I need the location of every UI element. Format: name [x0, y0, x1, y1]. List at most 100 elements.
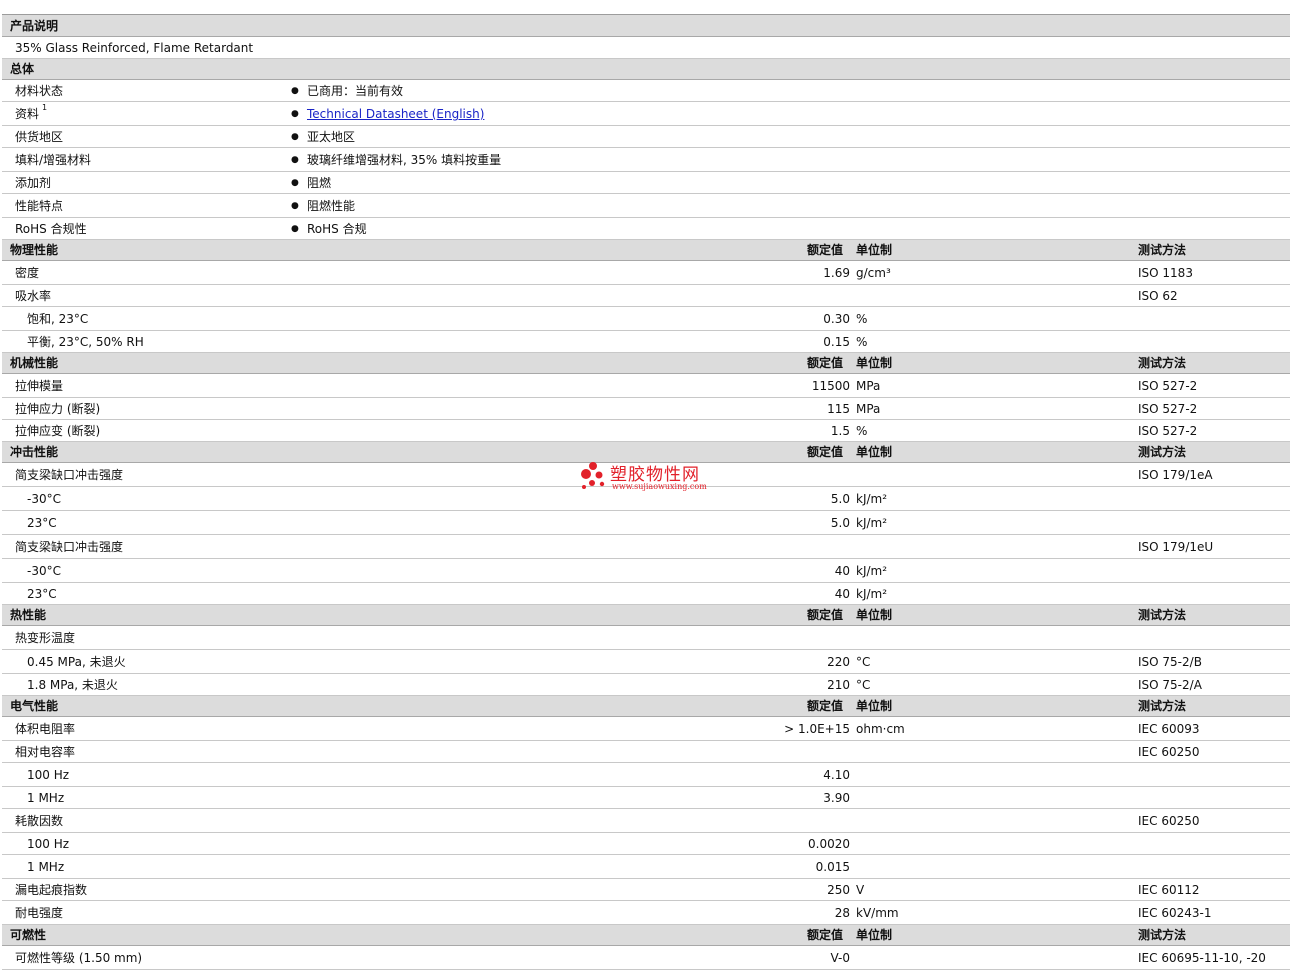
column-header-value: 额定值: [807, 928, 844, 942]
property-value: 0.15: [823, 335, 850, 349]
general-row: RoHS 合规性 ● RoHS 合规: [2, 218, 1290, 240]
column-header-test: 测试方法: [1138, 608, 1187, 622]
site-watermark: 塑胶物性网 www.sujiaowuxing.com: [580, 459, 720, 495]
general-row: 供货地区 ● 亚太地区: [2, 126, 1290, 148]
section-header-physical: 物理性能 额定值 单位制 测试方法: [2, 240, 1290, 261]
property-unit: kV/mm: [856, 906, 899, 920]
watermark-url: www.sujiaowuxing.com: [612, 482, 707, 491]
general-value: 阻燃性能: [307, 199, 356, 213]
property-label: -30°C: [27, 564, 61, 578]
property-label: 23°C: [27, 516, 57, 530]
property-row: 0.45 MPa, 未退火 220 °C ISO 75-2/B: [2, 650, 1290, 674]
property-row: 1 MHz 0.015: [2, 855, 1290, 879]
property-label: 饱和, 23°C: [27, 312, 89, 326]
property-label: 拉伸应力 (断裂): [15, 402, 101, 416]
bullet-icon: ●: [291, 155, 299, 165]
property-unit: kJ/m²: [856, 564, 888, 578]
column-header-test: 测试方法: [1138, 928, 1187, 942]
property-label: 漏电起痕指数: [15, 883, 88, 897]
property-row: 1.8 MPa, 未退火 210 °C ISO 75-2/A: [2, 674, 1290, 696]
test-method: IEC 60093: [1138, 722, 1200, 736]
column-header-value: 额定值: [807, 356, 844, 370]
property-row: 100 Hz 0.0020: [2, 833, 1290, 855]
property-row: 饱和, 23°C 0.30 %: [2, 307, 1290, 331]
description-text: 35% Glass Reinforced, Flame Retardant: [15, 41, 254, 55]
section-title: 总体: [10, 62, 35, 76]
test-method: IEC 60112: [1138, 883, 1200, 897]
general-label: 供货地区: [15, 130, 64, 144]
general-value: RoHS 合规: [307, 222, 367, 236]
property-label: 平衡, 23°C, 50% RH: [27, 335, 144, 349]
section-header-general: 总体: [2, 59, 1290, 80]
general-label: RoHS 合规性: [15, 222, 87, 236]
column-header-unit: 单位制: [856, 445, 893, 459]
section-title: 可燃性: [10, 928, 47, 942]
property-label: 简支梁缺口冲击强度: [15, 540, 124, 554]
test-method: ISO 527-2: [1138, 424, 1198, 438]
section-title: 热性能: [10, 608, 47, 622]
property-label: 23°C: [27, 587, 57, 601]
property-value: 1.69: [823, 266, 850, 280]
bullet-icon: ●: [291, 86, 299, 96]
column-header-unit: 单位制: [856, 699, 893, 713]
property-label: 简支梁缺口冲击强度: [15, 468, 124, 482]
description-row: 35% Glass Reinforced, Flame Retardant: [2, 37, 1290, 59]
property-label: 热变形温度: [15, 631, 76, 645]
bullet-icon: ●: [291, 201, 299, 211]
property-label: 100 Hz: [27, 837, 70, 851]
property-row: 拉伸模量 11500 MPa ISO 527-2: [2, 374, 1290, 398]
section-title: 电气性能: [10, 699, 59, 713]
general-row: 性能特点 ● 阻燃性能: [2, 194, 1290, 218]
column-header-test: 测试方法: [1138, 356, 1187, 370]
test-method: ISO 62: [1138, 289, 1178, 303]
property-label: 可燃性等级 (1.50 mm): [15, 951, 143, 965]
section-header-mechanical: 机械性能 额定值 单位制 测试方法: [2, 353, 1290, 374]
property-label: 耗散因数: [15, 814, 64, 828]
property-value: V-0: [830, 951, 850, 965]
general-row: 资料 1 ● Technical Datasheet (English): [2, 102, 1290, 126]
property-value: 210: [827, 678, 850, 692]
property-row: 耐电强度 28 kV/mm IEC 60243-1: [2, 901, 1290, 925]
technical-datasheet-link[interactable]: Technical Datasheet (English): [307, 102, 484, 126]
property-value: 11500: [811, 379, 850, 393]
property-row: 体积电阻率 > 1.0E+15 ohm·cm IEC 60093: [2, 717, 1290, 741]
test-method: ISO 1183: [1138, 266, 1193, 280]
property-unit: %: [856, 335, 868, 349]
test-method: ISO 179/1eA: [1138, 468, 1213, 482]
section-header-flammability: 可燃性 额定值 单位制 测试方法: [2, 925, 1290, 946]
property-row: 可燃性等级 (1.50 mm) V-0 IEC 60695-11-10, -20: [2, 946, 1290, 970]
property-unit: kJ/m²: [856, 492, 888, 506]
property-label: 耐电强度: [15, 906, 64, 920]
bullet-icon: ●: [291, 132, 299, 142]
property-value: 3.90: [823, 791, 850, 805]
property-row: 100 Hz 4.10: [2, 763, 1290, 787]
general-row: 填料/增强材料 ● 玻璃纤维增强材料, 35% 填料按重量: [2, 148, 1290, 172]
property-unit: g/cm³: [856, 266, 891, 280]
column-header-test: 测试方法: [1138, 699, 1187, 713]
property-value: 5.0: [830, 516, 850, 530]
watermark-logo-icon: [581, 462, 605, 489]
property-row: 吸水率 ISO 62: [2, 285, 1290, 307]
property-label: 相对电容率: [15, 745, 76, 759]
column-header-unit: 单位制: [856, 243, 893, 257]
property-row: 热变形温度: [2, 626, 1290, 650]
general-label: 填料/增强材料: [15, 153, 92, 167]
property-row: 拉伸应变 (断裂) 1.5 % ISO 527-2: [2, 420, 1290, 442]
property-label: 拉伸模量: [15, 379, 64, 393]
property-unit: MPa: [856, 379, 881, 393]
test-method: ISO 179/1eU: [1138, 540, 1214, 554]
general-label: 性能特点: [15, 199, 64, 213]
test-method: ISO 75-2/B: [1138, 655, 1202, 669]
property-unit: °C: [856, 678, 871, 692]
property-label: 拉伸应变 (断裂): [15, 424, 101, 438]
general-label-text: 资料: [15, 107, 40, 121]
column-header-unit: 单位制: [856, 608, 893, 622]
column-header-value: 额定值: [807, 445, 844, 459]
property-row: 23°C 5.0 kJ/m²: [2, 511, 1290, 535]
property-label: 吸水率: [15, 289, 52, 303]
property-row: 相对电容率 IEC 60250: [2, 741, 1290, 763]
section-title: 机械性能: [10, 356, 59, 370]
footnote-marker: 1: [42, 103, 48, 112]
column-header-value: 额定值: [807, 243, 844, 257]
test-method: IEC 60243-1: [1138, 906, 1212, 920]
